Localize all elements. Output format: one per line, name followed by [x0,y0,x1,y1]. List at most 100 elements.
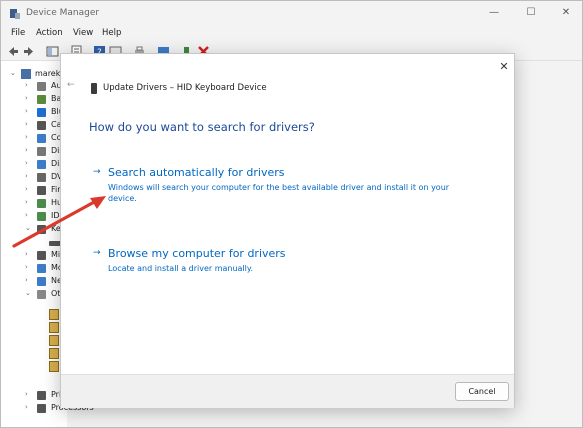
other-devices-icon [37,290,46,299]
chevron-down-icon[interactable]: ⌄ [10,69,16,77]
chevron-down-icon[interactable]: ⌄ [25,224,31,232]
browse-computer-option[interactable]: → Browse my computer for drivers Locate … [93,247,483,277]
unknown-device-icon [49,335,59,346]
option-title[interactable]: Search automatically for drivers [108,166,285,179]
printer-icon [37,391,46,400]
back-arrow-icon[interactable]: ← [67,80,75,90]
ide-icon [37,212,46,221]
update-drivers-dialog: ✕ ← Update Drivers – HID Keyboard Device… [60,53,515,408]
monitor-icon [37,264,46,273]
other-devices-child[interactable] [1,334,67,347]
menu-action[interactable]: Action [36,28,63,38]
battery-icon [37,95,46,104]
chevron-right-icon[interactable]: › [25,107,28,115]
tree-item[interactable]: › Fir [1,184,67,197]
chevron-right-icon[interactable]: › [25,263,28,271]
menu-help[interactable]: Help [102,28,121,38]
back-arrow-icon[interactable] [7,45,20,58]
tree-item-label: Mi [51,250,61,259]
tree-item[interactable]: › Hu [1,197,67,210]
maximize-button[interactable]: ☐ [522,5,540,21]
keyboard-icon [37,225,46,234]
other-devices-child[interactable] [1,321,67,334]
forward-arrow-icon[interactable] [22,45,35,58]
computer-icon [37,134,46,143]
other-devices-child[interactable] [1,308,67,321]
window-close-button[interactable]: ✕ [557,5,575,21]
chevron-right-icon[interactable]: › [25,94,28,102]
tree-root-label: marek [35,69,61,78]
search-automatically-option[interactable]: → Search automatically for drivers Windo… [93,166,483,208]
menu-bar: File Action View Help [1,27,582,43]
unknown-device-icon [49,309,59,320]
tree-item[interactable]: › IDI [1,210,67,223]
cancel-button[interactable]: Cancel [455,382,509,401]
firmware-icon [37,186,46,195]
dialog-close-button[interactable]: ✕ [496,59,512,75]
tree-item[interactable]: › Pri [1,389,67,402]
option-description: Locate and install a driver manually. [108,264,254,273]
mice-icon [37,251,46,260]
dialog-footer: Cancel [61,374,514,408]
chevron-right-icon[interactable]: › [25,198,28,206]
tree-item[interactable]: › Ba [1,93,67,106]
processor-icon [37,404,46,413]
keyboard-device-icon [91,83,97,94]
display-icon [37,160,46,169]
chevron-right-icon[interactable]: › [25,172,28,180]
audio-icon [37,82,46,91]
arrow-right-icon: → [93,167,101,177]
network-icon [37,277,46,286]
dialog-header-title: Update Drivers – HID Keyboard Device [103,83,267,93]
hid-icon [37,199,46,208]
title-bar: Device Manager — ☐ ✕ [1,1,582,27]
option-description: Windows will search your computer for th… [108,183,450,203]
chevron-right-icon[interactable]: › [25,120,28,128]
other-devices-child[interactable] [1,347,67,360]
tree-item[interactable]: › Au [1,80,67,93]
tree-item[interactable]: › Ne [1,275,67,288]
chevron-right-icon[interactable]: › [25,250,28,258]
chevron-right-icon[interactable]: › [25,211,28,219]
dialog-question: How do you want to search for drivers? [89,120,315,134]
tree-item[interactable]: › Mi [1,249,67,262]
chevron-right-icon[interactable]: › [25,185,28,193]
device-manager-icon [10,9,20,19]
tree-item[interactable]: › Dis [1,145,67,158]
camera-icon [37,121,46,130]
disk-icon [37,147,46,156]
tree-item[interactable]: ⌄ Ke [1,223,67,236]
tree-item[interactable]: › Dis [1,158,67,171]
chevron-right-icon[interactable]: › [25,146,28,154]
tree-item[interactable] [1,236,67,249]
tree-item[interactable]: › Blu [1,106,67,119]
chevron-right-icon[interactable]: › [25,403,28,411]
chevron-right-icon[interactable]: › [25,133,28,141]
chevron-right-icon[interactable]: › [25,390,28,398]
window-title: Device Manager [26,8,100,18]
computer-root-icon [21,69,31,79]
dvd-icon [37,173,46,182]
tree-item[interactable]: ›Processors [1,402,94,415]
device-tree: ⌄ marek › Au › Ba › Blu › Ca › Co › Dis › Dis › DV › Fir ›… [1,61,94,427]
arrow-right-icon: → [93,248,101,258]
other-devices-child[interactable] [1,360,67,373]
chevron-down-icon[interactable]: ⌄ [25,289,31,297]
chevron-right-icon[interactable]: › [25,276,28,284]
chevron-right-icon[interactable]: › [25,81,28,89]
bluetooth-icon [37,108,46,117]
show-hide-tree-icon[interactable] [46,45,59,58]
menu-view[interactable]: View [73,28,93,38]
tree-item[interactable]: › DV [1,171,67,184]
tree-item[interactable]: › Ca [1,119,67,132]
minimize-button[interactable]: — [485,5,503,21]
unknown-device-icon [49,348,59,359]
tree-item[interactable]: › Co [1,132,67,145]
unknown-device-icon [49,322,59,333]
unknown-device-icon [49,361,59,372]
tree-item[interactable]: ⌄ Ot [1,288,67,301]
menu-file[interactable]: File [11,28,25,38]
tree-item[interactable]: › Mo [1,262,67,275]
chevron-right-icon[interactable]: › [25,159,28,167]
option-title[interactable]: Browse my computer for drivers [108,247,286,260]
